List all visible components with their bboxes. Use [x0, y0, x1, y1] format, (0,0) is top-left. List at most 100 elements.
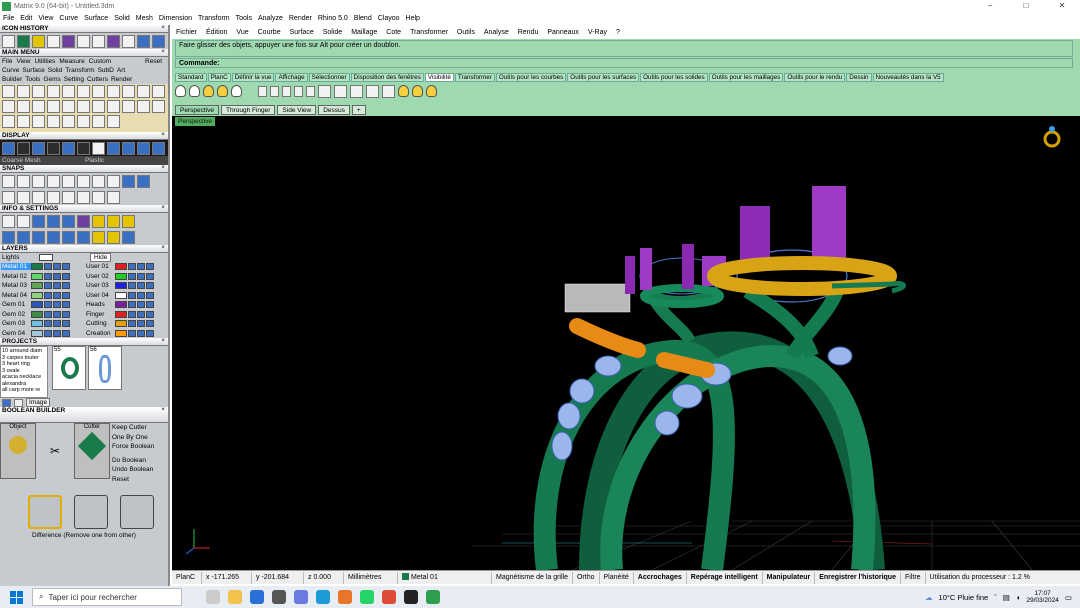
layer-visible-toggle[interactable] — [128, 329, 136, 337]
weather-text[interactable]: 10°C Pluie fine — [939, 593, 989, 602]
rhino-menu-item[interactable]: Panneaux — [547, 29, 579, 36]
layer-row[interactable]: Metal 02 — [1, 272, 85, 282]
measure-icon[interactable] — [17, 230, 30, 244]
points-off-icon[interactable] — [334, 84, 347, 98]
layer-lock-toggle[interactable] — [53, 310, 61, 318]
rhino-menu-item[interactable]: Outils — [457, 29, 475, 36]
difference-button[interactable] — [28, 495, 62, 529]
layer-lock-toggle[interactable] — [137, 272, 145, 280]
layer-visible-toggle[interactable] — [128, 320, 136, 328]
layer-row[interactable]: Metal 04 — [1, 291, 85, 301]
taskbar-search-input[interactable]: ⌕ Taper ici pour rechercher — [32, 588, 182, 606]
cube-icon[interactable] — [62, 34, 75, 48]
unlock-icon[interactable] — [270, 85, 279, 97]
fillet-tool-icon[interactable] — [152, 85, 165, 98]
curve-tool-icon[interactable] — [32, 85, 45, 98]
notification-icon[interactable]: ▭ — [1065, 593, 1072, 602]
rhino-menu-item[interactable]: Édition — [206, 29, 227, 36]
align-tool-icon[interactable] — [107, 115, 120, 128]
layer-lock-toggle[interactable] — [53, 272, 61, 280]
viewport-tab[interactable]: + — [351, 105, 366, 115]
layer-visible-toggle[interactable] — [44, 272, 52, 280]
close-button[interactable]: ✕ — [1044, 0, 1080, 12]
circle-tool-icon[interactable] — [62, 85, 75, 98]
show-bulb2-icon[interactable] — [398, 85, 409, 97]
keep-cutter-option[interactable]: Keep Cutter — [112, 423, 168, 433]
menu-tools[interactable]: Tools — [25, 76, 40, 83]
toolbar-tab[interactable]: Nouveautés dans la V5 — [872, 73, 944, 82]
select-icon[interactable] — [2, 34, 15, 48]
layer-visible-toggle[interactable] — [44, 329, 52, 337]
tag-icon[interactable] — [77, 34, 90, 48]
layer-lock-toggle[interactable] — [53, 329, 61, 337]
technical-icon[interactable] — [77, 141, 90, 155]
gumball-tool-icon[interactable] — [77, 115, 90, 128]
undo-boolean-button[interactable]: Undo Boolean — [112, 465, 168, 475]
rhino-menu-item[interactable]: V-Ray — [588, 29, 607, 36]
layer-row[interactable]: User 01 — [85, 262, 168, 272]
material-select[interactable]: Plastic — [85, 157, 155, 164]
toolbar-tab[interactable]: Outils pour les maillages — [708, 73, 784, 82]
project-add-icon[interactable] — [2, 398, 11, 407]
snap-near-icon[interactable] — [17, 174, 30, 188]
polygon-tool-icon[interactable] — [107, 85, 120, 98]
explode-tool-icon[interactable] — [107, 100, 120, 113]
matrix-app-icon[interactable] — [426, 590, 440, 604]
layer-row[interactable]: User 02 — [85, 272, 168, 282]
rendered-icon[interactable] — [32, 141, 45, 155]
show-selected-bulb-icon[interactable] — [203, 85, 214, 97]
menu-setting[interactable]: Setting — [64, 76, 84, 83]
projects-header[interactable]: PROJECTS — [0, 337, 168, 346]
snap-perp-icon[interactable] — [92, 174, 105, 188]
display-header[interactable]: DISPLAY — [0, 131, 168, 140]
weather-icon[interactable]: ☁ — [925, 593, 933, 602]
sphere-white-icon[interactable] — [92, 141, 105, 155]
rhino-menu-item[interactable]: Vue — [236, 29, 248, 36]
maximize-button[interactable]: □ — [1008, 0, 1044, 12]
layer-visible-toggle[interactable] — [128, 272, 136, 280]
layer-row[interactable]: Gem 04 — [1, 329, 85, 339]
snap-end-icon[interactable] — [2, 174, 15, 188]
edge-icon[interactable] — [316, 590, 330, 604]
library-icon[interactable] — [32, 214, 45, 228]
toggle-gumball[interactable]: Manipulateur — [763, 571, 816, 584]
layer-select-toggle[interactable] — [62, 320, 70, 328]
layer-lock-toggle[interactable] — [137, 329, 145, 337]
points-icon[interactable] — [318, 84, 331, 98]
main-menu-header[interactable]: MAIN MENU — [0, 48, 168, 57]
layer-color-swatch[interactable] — [31, 301, 43, 309]
rhino-menu-item[interactable]: Surface — [290, 29, 314, 36]
icon-history-header[interactable]: ICON HISTORY — [0, 25, 168, 33]
menu-file[interactable]: File — [3, 15, 14, 22]
layer-row[interactable]: User 03 — [85, 281, 168, 291]
windows-start-icon[interactable] — [6, 587, 26, 607]
layer-select-toggle[interactable] — [146, 263, 154, 271]
toggle-filter[interactable]: Filtre — [901, 571, 926, 584]
taskbar-clock[interactable]: 17:07 29/03/2024 — [1026, 590, 1059, 604]
main-menu-reset[interactable]: Reset — [145, 58, 162, 65]
notes-icon[interactable] — [107, 214, 120, 228]
layer-lock-toggle[interactable] — [137, 301, 145, 309]
rhino-menu-item[interactable]: Analyse — [484, 29, 509, 36]
toggle-grid-snap[interactable]: Magnétisme de la grille — [492, 571, 573, 584]
layer-color-swatch[interactable] — [115, 329, 127, 337]
menu-transform[interactable]: Transform — [65, 67, 94, 74]
sphere-metal-icon[interactable] — [122, 141, 135, 155]
task-view-icon[interactable] — [206, 590, 220, 604]
do-boolean-button[interactable]: Do Boolean — [112, 456, 168, 466]
intersection-button[interactable] — [120, 495, 154, 529]
mirror-tool-icon[interactable] — [62, 100, 75, 113]
ghosted-icon[interactable] — [47, 141, 60, 155]
properties-icon[interactable] — [122, 214, 135, 228]
media-player-icon[interactable] — [404, 590, 418, 604]
offset-tool-icon[interactable] — [137, 85, 150, 98]
array-tool-icon[interactable] — [77, 100, 90, 113]
trim-tool-icon[interactable] — [2, 100, 15, 113]
layer-select-toggle[interactable] — [62, 329, 70, 337]
project-tool-icon[interactable] — [152, 100, 165, 113]
viewport-tab[interactable]: Perspective — [175, 105, 219, 115]
layer-color-swatch[interactable] — [31, 272, 43, 280]
scale-tool-icon[interactable] — [47, 100, 60, 113]
layer-row[interactable]: Finger — [85, 310, 168, 320]
project-list-item[interactable]: 10 arround diam — [2, 348, 46, 355]
